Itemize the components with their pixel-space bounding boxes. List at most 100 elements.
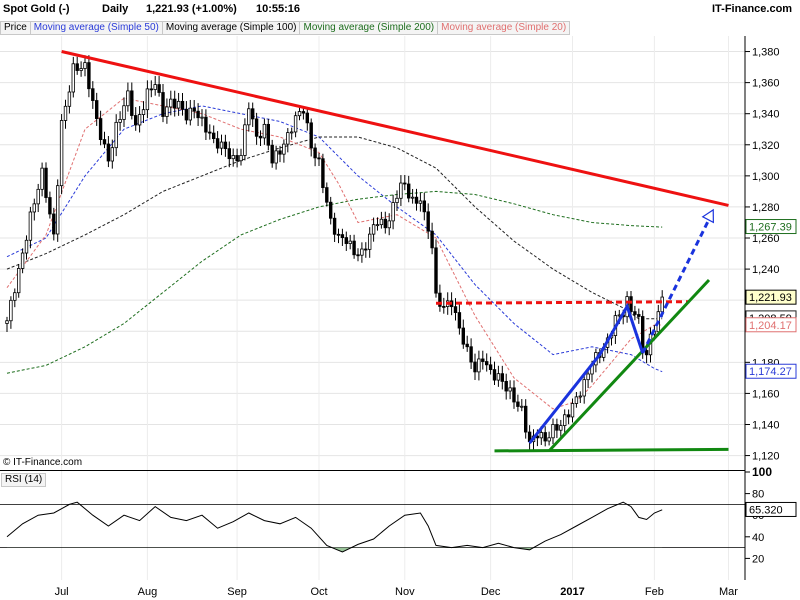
candle-body	[235, 155, 239, 162]
y-tick-label: 1,240	[752, 264, 780, 276]
candle-body	[633, 311, 637, 315]
candle-body	[258, 135, 263, 139]
candle-body	[153, 84, 157, 90]
candle-body	[356, 254, 360, 257]
candle-body	[262, 123, 267, 139]
candle-body	[360, 248, 364, 256]
candle-body	[336, 233, 341, 236]
candle-body	[481, 358, 485, 362]
candle-body	[348, 240, 352, 244]
candle-body	[301, 111, 306, 114]
y-tick-label: 1,160	[752, 388, 780, 400]
candle-body	[364, 248, 368, 251]
candle-body	[555, 424, 559, 431]
candle-body	[169, 98, 173, 108]
candle-body	[582, 379, 586, 397]
price-chart[interactable]: 1,1201,1401,1601,1801,2401,2601,2801,300…	[0, 0, 800, 600]
candle-body	[118, 119, 122, 123]
candle-body	[387, 220, 391, 229]
price-tag-label: 1,174.27	[749, 366, 792, 378]
candle-body	[328, 201, 333, 219]
candle-body	[418, 200, 423, 204]
candle-body	[231, 155, 235, 160]
candle-body	[309, 122, 313, 149]
candle-body	[629, 296, 633, 313]
candle-body	[332, 217, 337, 235]
candle-body	[215, 138, 220, 149]
candle-body	[488, 364, 493, 370]
candle-body	[477, 358, 481, 373]
candle-body	[566, 414, 571, 418]
candle-body	[414, 196, 419, 204]
candle-body	[114, 121, 118, 149]
candle-body	[211, 132, 216, 140]
x-tick-label: Nov	[395, 586, 415, 598]
candle-body	[28, 211, 33, 241]
candle-body	[457, 312, 462, 329]
panel-divider	[0, 470, 745, 471]
candle-body	[371, 224, 376, 235]
candle-body	[130, 90, 134, 116]
candle-body	[98, 118, 103, 140]
candle-body	[165, 106, 169, 117]
rsi-panel: 2040608010065.320	[0, 465, 797, 565]
candle-body	[282, 143, 286, 155]
candle-body	[367, 233, 372, 250]
x-tick-label: Jul	[55, 586, 69, 598]
x-tick-label: Oct	[310, 586, 327, 598]
y-tick-label: 1,260	[752, 233, 780, 245]
candle-body	[243, 124, 247, 156]
candle-body	[516, 401, 520, 407]
y-tick-label: 1,320	[752, 140, 780, 152]
candle-body	[321, 158, 325, 188]
candle-body	[426, 211, 430, 232]
y-tick-label: 1,360	[752, 78, 780, 90]
candle-body	[473, 361, 477, 373]
candle-body	[559, 425, 563, 431]
candle-body	[13, 292, 17, 301]
candle-body	[44, 167, 48, 198]
candle-body	[102, 139, 107, 145]
candle-body	[543, 432, 547, 442]
x-tick-label: Aug	[138, 586, 158, 598]
candle-body	[484, 361, 489, 366]
candle-body	[56, 185, 60, 235]
price-axis: 1,1201,1401,1601,1801,2401,2601,2801,300…	[745, 47, 780, 463]
candle-body	[453, 306, 458, 313]
candle-body	[641, 316, 645, 351]
candle-body	[71, 63, 75, 93]
y-tick-label: 1,120	[752, 451, 780, 463]
candle-body	[20, 252, 25, 269]
candle-body	[95, 100, 99, 119]
x-tick-label: 2017	[560, 586, 584, 598]
candle-body	[574, 396, 579, 404]
candle-body	[52, 213, 56, 235]
time-axis: Jul Aug Sep Oct Nov Dec 2017 Feb Mar	[55, 586, 739, 598]
candle-body	[204, 116, 208, 133]
candle-body	[192, 107, 196, 112]
candle-body	[551, 424, 555, 439]
rsi-line	[6, 501, 663, 553]
candle-body	[24, 239, 29, 254]
candle-body	[36, 188, 40, 205]
candle-body	[75, 63, 79, 71]
rsi-label[interactable]: RSI (14)	[1, 473, 47, 487]
candle-body	[430, 230, 434, 249]
y-tick-label: 1,280	[752, 202, 780, 214]
candle-body	[83, 62, 87, 69]
price-tag-label: 1,267.39	[749, 222, 792, 234]
candle-body	[586, 373, 590, 381]
candle-body	[172, 98, 177, 109]
candle-body	[254, 118, 259, 137]
candle-body	[578, 395, 582, 398]
candle-body	[239, 155, 243, 162]
candle-body	[137, 114, 142, 126]
candle-body	[325, 187, 329, 203]
candle-body	[106, 143, 111, 162]
candle-body	[5, 320, 9, 324]
candle-body	[16, 268, 21, 294]
candle-body	[465, 343, 469, 348]
candle-body	[79, 68, 83, 71]
candle-body	[352, 240, 356, 256]
candle-body	[208, 131, 212, 134]
